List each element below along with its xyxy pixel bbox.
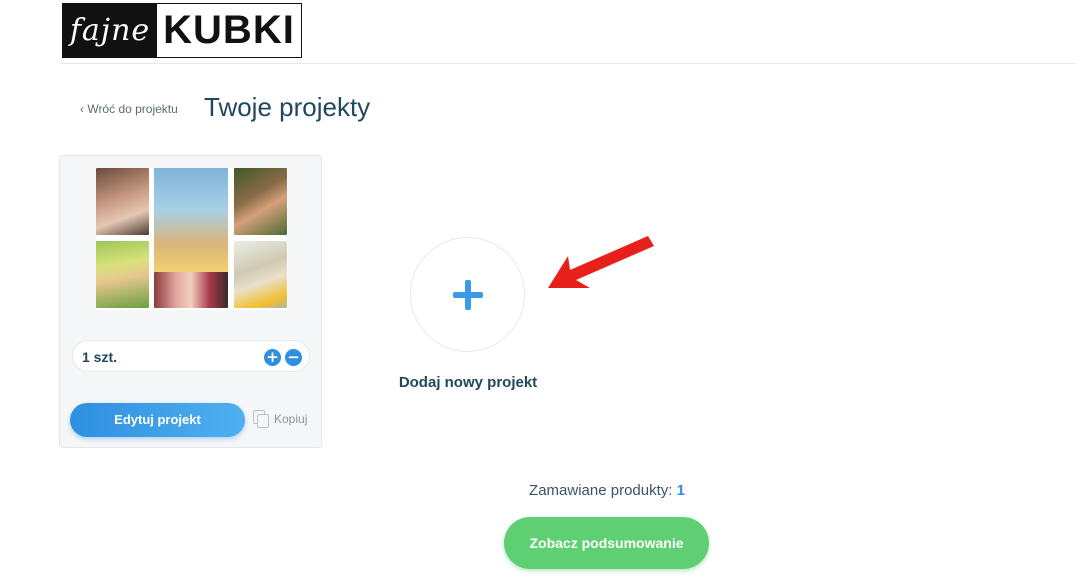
add-new-project-button[interactable] [410,237,525,352]
page-title: Twoje projekty [204,92,371,122]
copy-project-button[interactable]: Kopiuj [253,410,308,428]
decrease-quantity-icon[interactable]: − [285,349,302,366]
ordered-products-count: 1 [676,482,685,499]
back-to-project-link[interactable]: ‹ Wróć do projektu [80,102,178,116]
logo-script-text: fajne [63,4,157,57]
quantity-stepper: 1 szt. + − [72,340,310,372]
collage-photo [234,168,287,235]
collage-photo [96,168,149,235]
edit-project-button[interactable]: Edytuj projekt [70,403,245,437]
red-arrow-icon [548,236,654,288]
increase-quantity-icon[interactable]: + [264,349,281,366]
project-thumbnail[interactable] [96,168,288,310]
copy-label: Kopiuj [274,411,308,426]
header-divider [60,63,1076,64]
collage-photo [154,272,228,308]
ordered-products-text: Zamawiane produkty: 1 [505,482,709,499]
logo[interactable]: fajne KUBKI [62,3,302,58]
project-card: 1 szt. + − Edytuj projekt Kopiuj [59,155,322,448]
add-new-project-label[interactable]: Dodaj nowy projekt [360,374,576,391]
collage-photo [96,241,149,308]
collage-photo [234,241,287,308]
page: fajne KUBKI ‹ Wróć do projektu Twoje pro… [0,0,1076,583]
quantity-value: 1 szt. [82,349,118,365]
logo-bold-text: KUBKI [163,8,295,52]
view-summary-button[interactable]: Zobacz podsumowanie [504,517,709,569]
ordered-products-label: Zamawiane produkty: [529,482,673,499]
plus-icon [452,279,483,310]
copy-icon [253,410,269,428]
